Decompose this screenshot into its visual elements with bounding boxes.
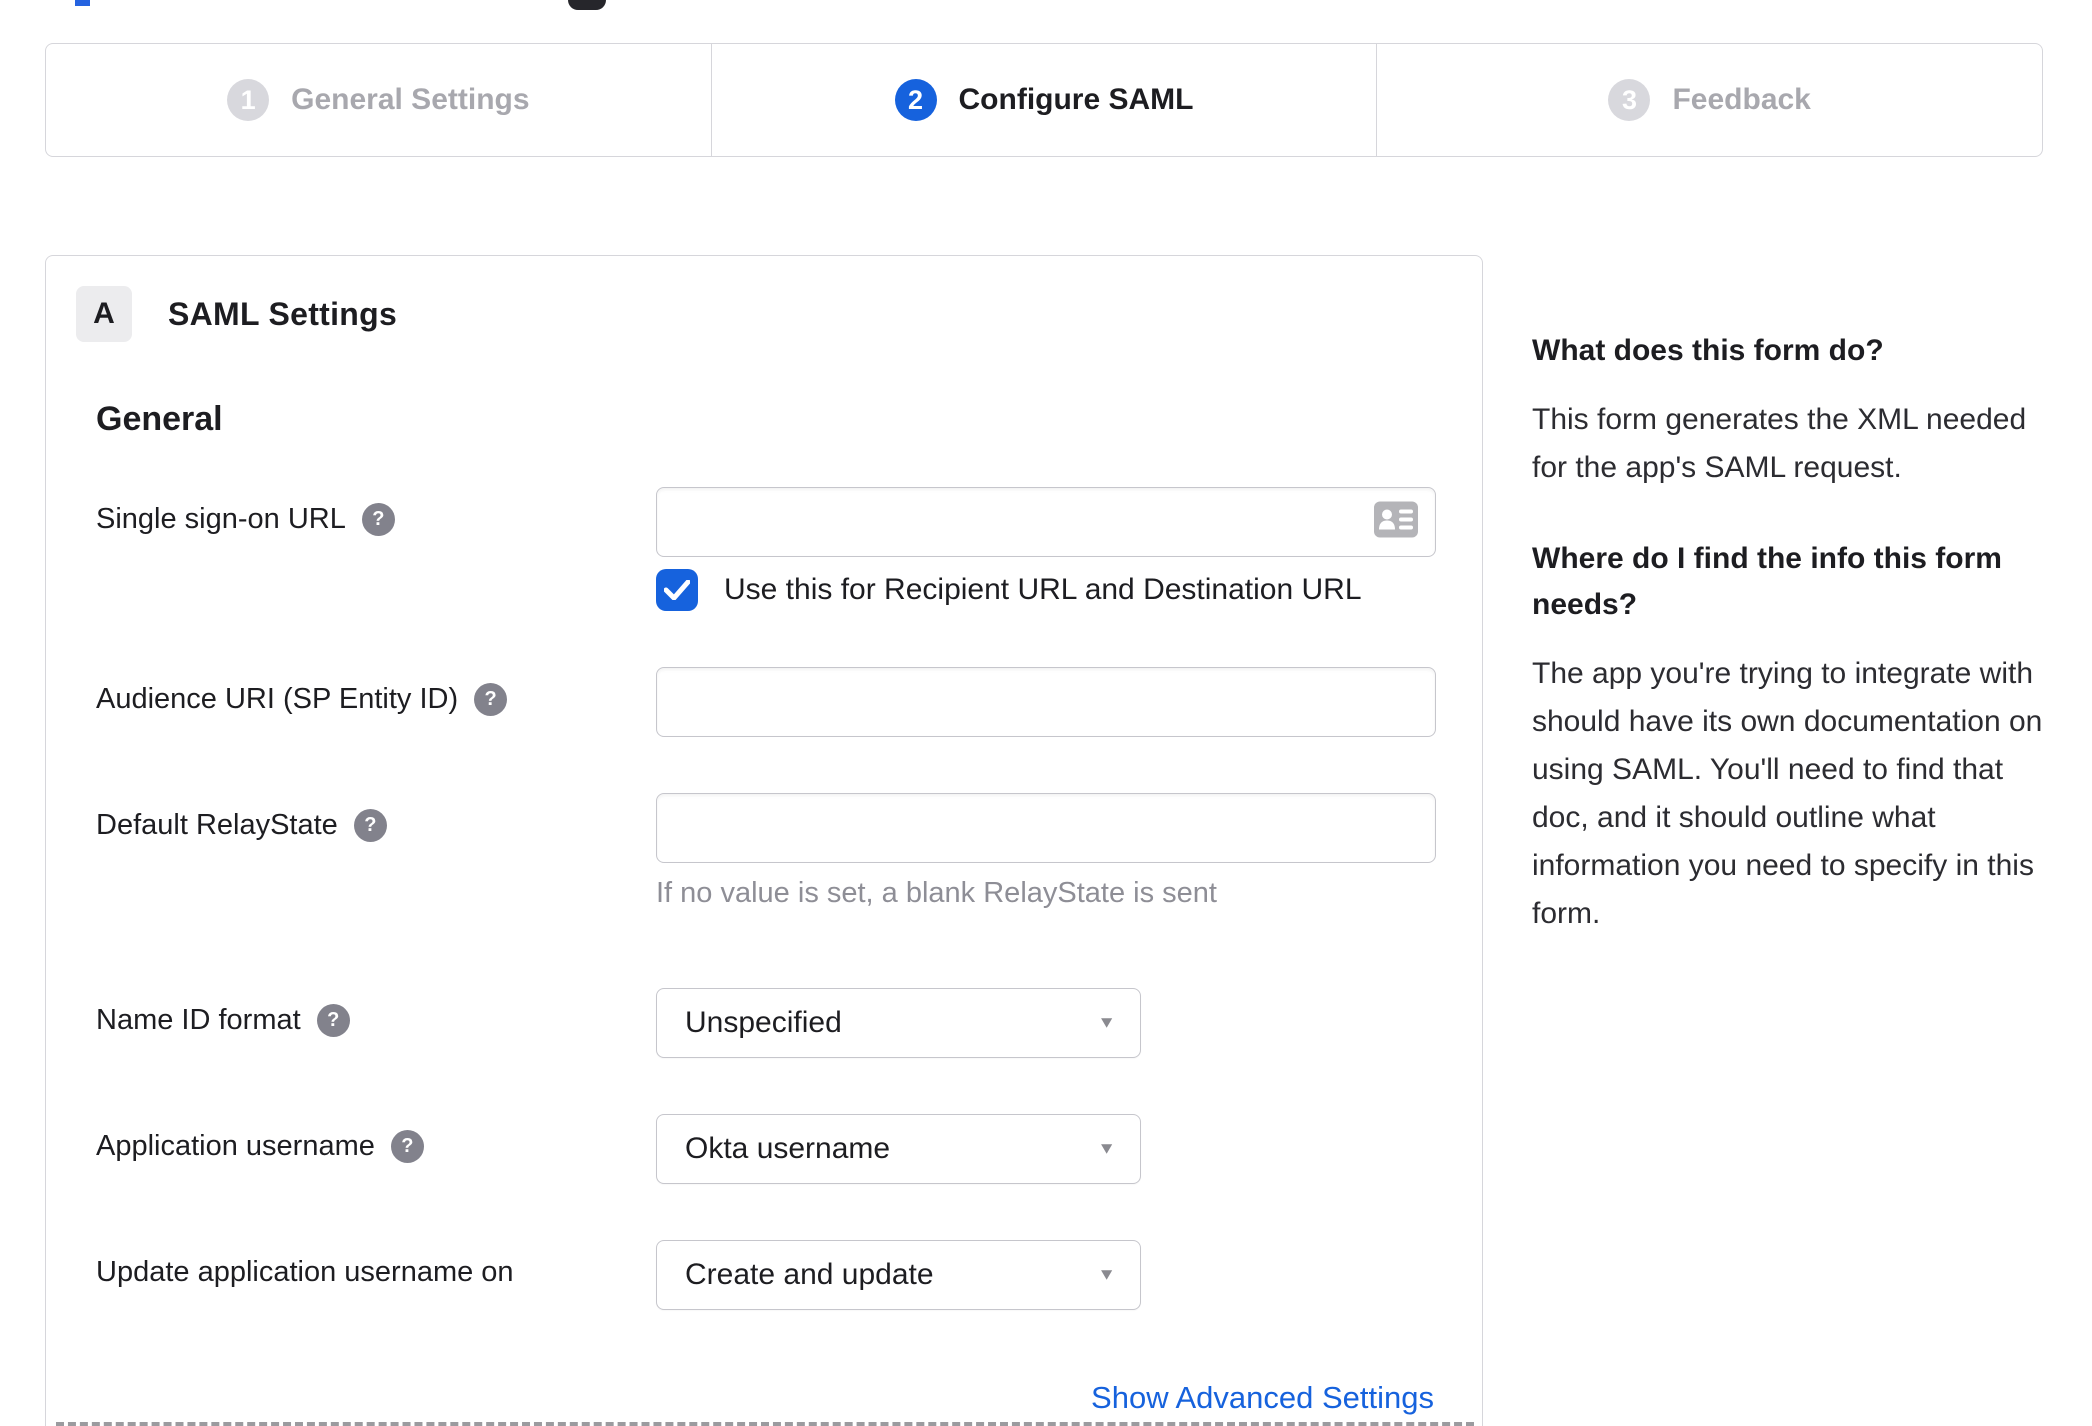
update-app-username-label-text: Update application username on bbox=[96, 1256, 514, 1288]
audience-uri-input[interactable] bbox=[656, 667, 1436, 737]
sidebar-heading-what: What does this form do? bbox=[1532, 334, 1884, 367]
chevron-down-icon: ▼ bbox=[1097, 1265, 1116, 1284]
app-username-label: Application username ? bbox=[96, 1114, 656, 1163]
name-id-format-value: Unspecified bbox=[685, 1006, 842, 1039]
help-icon[interactable]: ? bbox=[353, 809, 387, 842]
cropped-toggle-fragment bbox=[568, 0, 606, 10]
step-label: Configure SAML bbox=[958, 83, 1194, 116]
show-advanced-settings-link[interactable]: Show Advanced Settings bbox=[1091, 1380, 1434, 1415]
update-app-username-select[interactable]: Create and update ▼ bbox=[656, 1240, 1141, 1310]
step-label: General Settings bbox=[291, 83, 530, 116]
step-general-settings[interactable]: 1 General Settings bbox=[46, 44, 711, 156]
sso-url-input[interactable] bbox=[656, 487, 1436, 557]
panel-header: A SAML Settings bbox=[76, 286, 1482, 342]
sidebar-body-what: This form generates the XML needed for t… bbox=[1532, 403, 2027, 484]
step-label: Feedback bbox=[1672, 83, 1811, 116]
chevron-down-icon: ▼ bbox=[1097, 1013, 1116, 1032]
help-sidebar: What does this form do? This form genera… bbox=[1532, 328, 2054, 982]
relaystate-hint: If no value is set, a blank RelayState i… bbox=[656, 877, 1217, 909]
update-app-username-row: Update application username on Create an… bbox=[46, 1240, 1482, 1310]
recipient-url-checkbox[interactable] bbox=[656, 569, 698, 611]
help-icon[interactable]: ? bbox=[316, 1004, 350, 1037]
chevron-down-icon: ▼ bbox=[1097, 1139, 1116, 1158]
help-icon[interactable]: ? bbox=[361, 503, 395, 536]
app-username-label-text: Application username bbox=[96, 1130, 375, 1162]
sso-url-input-wrap bbox=[656, 487, 1436, 557]
name-id-format-select[interactable]: Unspecified ▼ bbox=[656, 988, 1141, 1058]
update-app-username-value: Create and update bbox=[685, 1258, 934, 1291]
saml-form: Single sign-on URL ? Use this for Recipi… bbox=[46, 487, 1482, 1416]
default-relaystate-row: Default RelayState ? If no value is set,… bbox=[46, 793, 1482, 910]
name-id-format-row: Name ID format ? Unspecified ▼ bbox=[46, 988, 1482, 1058]
audience-uri-label: Audience URI (SP Entity ID) ? bbox=[96, 667, 656, 716]
sso-url-label: Single sign-on URL ? bbox=[96, 487, 656, 536]
name-id-format-label-text: Name ID format bbox=[96, 1004, 301, 1036]
section-dashed-divider bbox=[56, 1422, 1474, 1426]
step-feedback[interactable]: 3 Feedback bbox=[1376, 44, 2042, 156]
default-relaystate-label-text: Default RelayState bbox=[96, 809, 338, 841]
advanced-settings-row: Show Advanced Settings bbox=[46, 1380, 1482, 1416]
default-relaystate-label: Default RelayState ? bbox=[96, 793, 656, 842]
update-app-username-label: Update application username on bbox=[96, 1240, 656, 1289]
sidebar-body-where: The app you're trying to integrate with … bbox=[1532, 657, 2043, 930]
recipient-url-checkbox-row: Use this for Recipient URL and Destinati… bbox=[656, 569, 1482, 611]
step-configure-saml[interactable]: 2 Configure SAML bbox=[710, 44, 1377, 156]
name-id-format-label: Name ID format ? bbox=[96, 988, 656, 1037]
section-a-badge: A bbox=[76, 286, 132, 342]
general-group-title: General bbox=[96, 400, 223, 438]
cropped-logo-fragment bbox=[75, 0, 90, 6]
wizard-stepper: 1 General Settings 2 Configure SAML 3 Fe… bbox=[45, 43, 2043, 157]
app-username-value: Okta username bbox=[685, 1132, 891, 1165]
recipient-url-checkbox-label: Use this for Recipient URL and Destinati… bbox=[724, 573, 1362, 606]
help-icon[interactable]: ? bbox=[474, 683, 508, 716]
section-title: SAML Settings bbox=[168, 295, 398, 332]
audience-uri-label-text: Audience URI (SP Entity ID) bbox=[96, 683, 459, 715]
sso-url-label-text: Single sign-on URL bbox=[96, 503, 346, 535]
step-number-badge: 2 bbox=[894, 79, 937, 121]
app-username-select[interactable]: Okta username ▼ bbox=[656, 1114, 1141, 1184]
help-icon[interactable]: ? bbox=[390, 1130, 424, 1163]
sso-url-row: Single sign-on URL ? Use this for Recipi… bbox=[46, 487, 1482, 611]
step-number-badge: 3 bbox=[1608, 79, 1651, 121]
app-username-row: Application username ? Okta username ▼ bbox=[46, 1114, 1482, 1184]
step-number-badge: 1 bbox=[227, 79, 270, 121]
sidebar-heading-where: Where do I find the info this form needs… bbox=[1532, 542, 2002, 621]
audience-uri-row: Audience URI (SP Entity ID) ? bbox=[46, 667, 1482, 737]
contact-card-icon[interactable] bbox=[1374, 501, 1418, 543]
saml-settings-panel: A SAML Settings General Single sign-on U… bbox=[45, 255, 1483, 1426]
default-relaystate-input[interactable] bbox=[656, 793, 1436, 863]
